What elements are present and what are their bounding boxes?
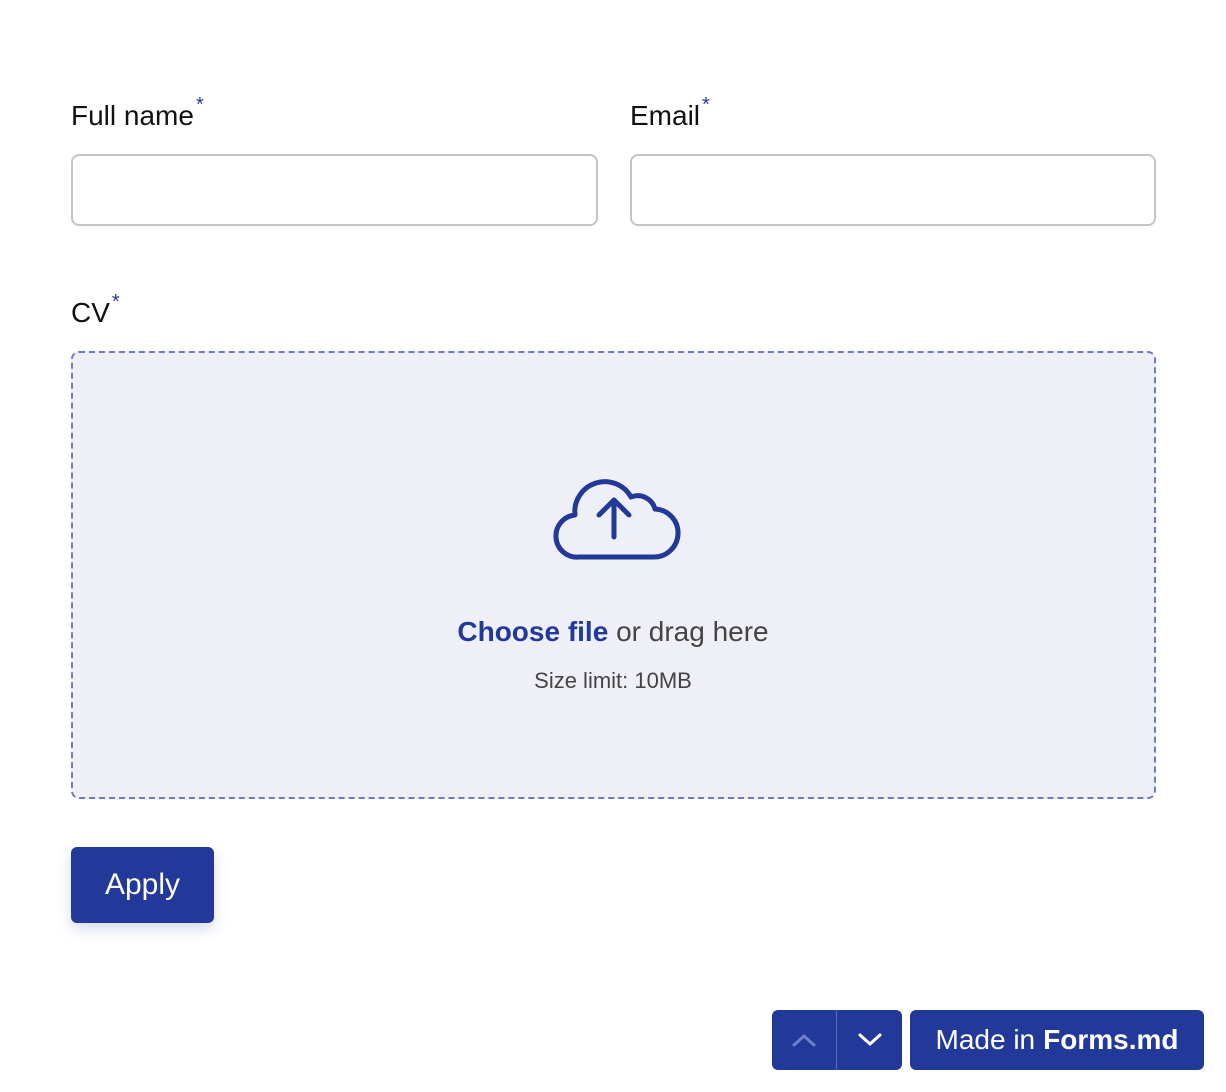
cv-label-text: CV <box>71 297 110 328</box>
full-name-label-text: Full name <box>71 100 194 131</box>
made-in-prefix: Made in <box>935 1024 1036 1055</box>
form-navigation <box>772 1010 902 1070</box>
cv-label: CV * <box>71 291 120 333</box>
email-label-text: Email <box>630 100 701 131</box>
cloud-upload-icon <box>553 479 681 560</box>
cv-file-dropzone[interactable] <box>71 351 1156 799</box>
required-asterisk: * <box>702 94 710 116</box>
required-asterisk: * <box>111 291 120 313</box>
email-input[interactable] <box>630 154 1156 226</box>
email-label: Email * <box>630 94 710 136</box>
apply-button[interactable]: Apply <box>71 847 214 923</box>
forms-md-brand: Forms.md <box>1043 1024 1179 1055</box>
full-name-input[interactable] <box>71 154 598 226</box>
chevron-down-icon <box>858 1033 881 1046</box>
cv-upload-prompt: Choose file or drag here <box>0 614 1226 650</box>
choose-file-link[interactable]: Choose file <box>457 616 608 647</box>
chevron-up-icon <box>792 1034 816 1047</box>
size-limit-text: Size limit: 10MB <box>534 668 692 693</box>
made-in-forms-md-link[interactable]: Made in Forms.md <box>910 1010 1204 1070</box>
drag-here-text: or drag here <box>616 616 769 647</box>
previous-button[interactable] <box>772 1010 837 1070</box>
required-asterisk: * <box>195 94 204 116</box>
full-name-label: Full name * <box>71 94 204 136</box>
next-button[interactable] <box>837 1010 902 1070</box>
